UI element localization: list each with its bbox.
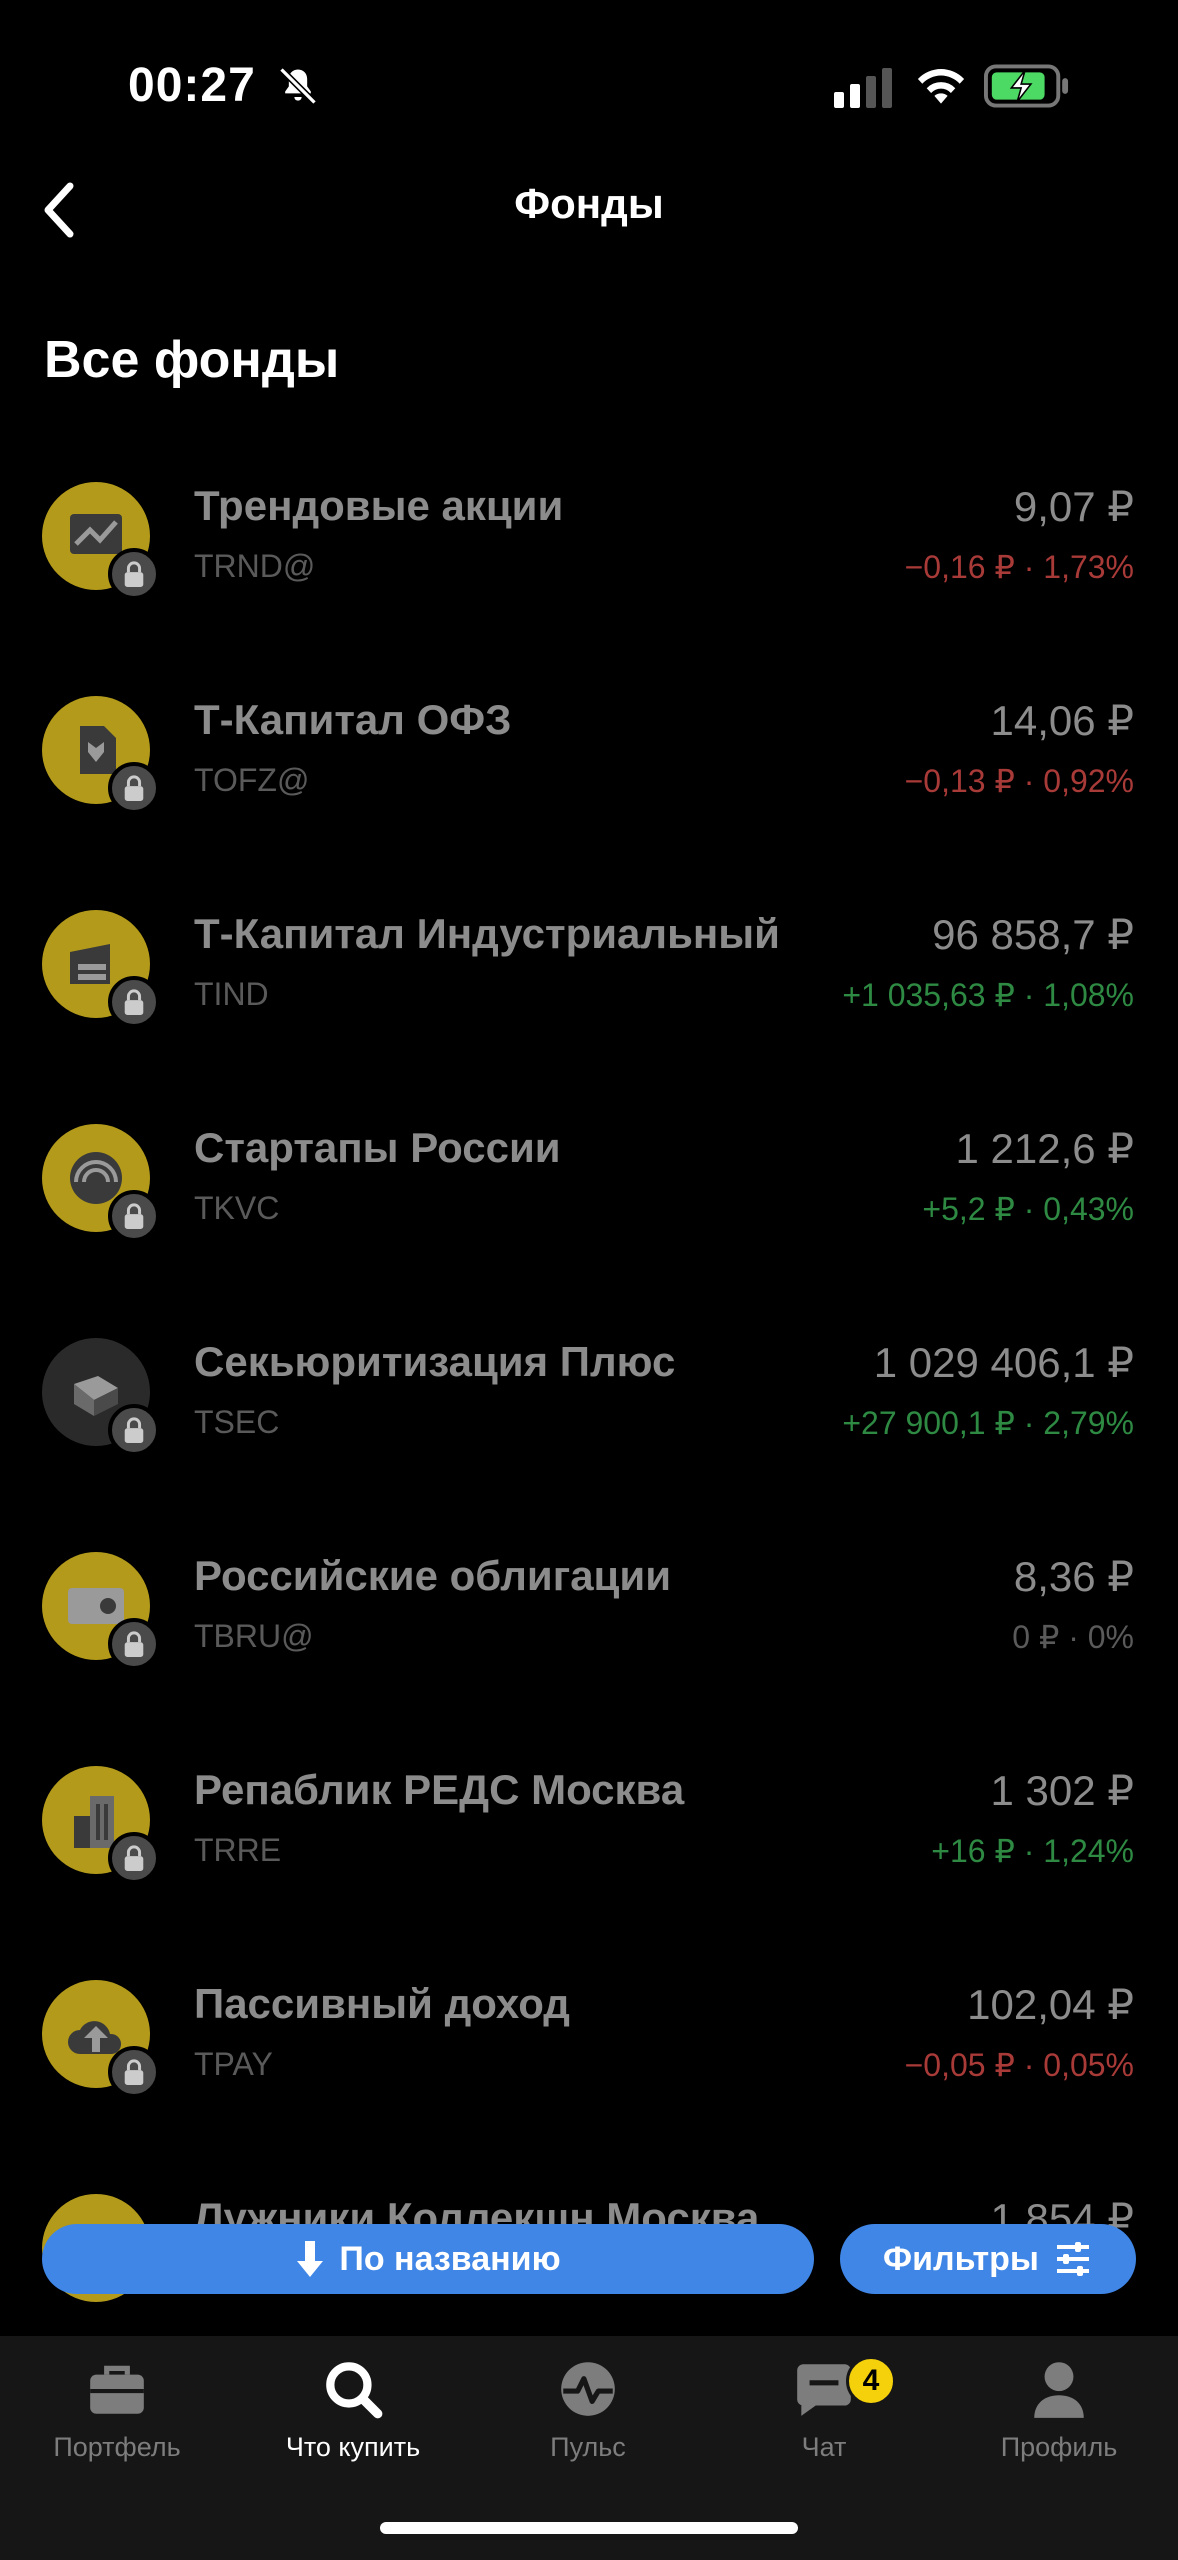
fund-ticker: TBRU@	[194, 1618, 314, 1654]
fund-price: 1 302 ₽	[990, 1767, 1135, 1814]
fund-price: 14,06 ₽	[990, 697, 1135, 744]
fund-change: −0,13 ₽ · 0,92%	[904, 763, 1134, 799]
tab-label: Профиль	[1000, 2432, 1118, 2462]
home-indicator	[380, 2522, 798, 2534]
fund-change: 0 ₽ · 0%	[1012, 1619, 1134, 1655]
fund-name: Т-Капитал Индустриальный	[194, 910, 780, 957]
fund-row-tind[interactable]: Т-Капитал Индустриальный TIND 96 858,7 ₽…	[0, 858, 1178, 1072]
fund-change: −0,16 ₽ · 1,73%	[904, 549, 1134, 585]
tab-pulse[interactable]: Пульс	[488, 2356, 688, 2476]
battery-charging-icon	[984, 64, 1069, 108]
fund-name: Стартапы России	[194, 1124, 561, 1171]
fund-name: Т-Капитал ОФЗ	[194, 696, 512, 743]
status-time: 00:27	[128, 59, 256, 112]
briefcase-icon	[90, 2365, 144, 2414]
fund-row-trre[interactable]: Репаблик РЕДС Москва TRRE 1 302 ₽ +16 ₽ …	[0, 1714, 1178, 1928]
profile-icon	[1034, 2362, 1084, 2418]
search-icon	[326, 2362, 383, 2419]
status-bar: 00:27	[0, 0, 1178, 170]
lock-icon	[124, 2059, 144, 2085]
chat-unread-badge: 4	[846, 2356, 896, 2406]
tab-portfolio[interactable]: Портфель	[17, 2356, 217, 2476]
tab-profile[interactable]: Профиль	[959, 2356, 1159, 2476]
lock-badge	[108, 976, 160, 1028]
fund-ticker: TSEC	[194, 1404, 280, 1440]
fund-logo	[42, 1766, 160, 1884]
fund-list[interactable]: Трендовые акции TRND@ 9,07 ₽ −0,16 ₽ · 1…	[0, 430, 1178, 2330]
fund-price: 102,04 ₽	[967, 1981, 1134, 2028]
fund-row-tbru[interactable]: Российские облигации TBRU@ 8,36 ₽ 0 ₽ · …	[0, 1500, 1178, 1714]
fund-price: 9,07 ₽	[1013, 483, 1134, 530]
tab-label: Пульс	[550, 2432, 626, 2462]
fund-ticker: TOFZ@	[194, 762, 310, 798]
fund-price: 1 029 406,1 ₽	[873, 1339, 1134, 1386]
fund-change: +1 035,63 ₽ · 1,08%	[842, 977, 1134, 1013]
lock-badge	[108, 762, 160, 814]
lock-icon	[124, 1631, 144, 1657]
fund-price: 1 212,6 ₽	[955, 1125, 1134, 1172]
fund-row-tofz[interactable]: Т-Капитал ОФЗ TOFZ@ 14,06 ₽ −0,13 ₽ · 0,…	[0, 644, 1178, 858]
lock-badge	[108, 2046, 160, 2098]
lock-icon	[124, 1203, 144, 1229]
filter-label: Фильтры	[883, 2239, 1039, 2278]
fund-name: Российские облигации	[194, 1552, 672, 1599]
fund-row-tpay[interactable]: Пассивный доход TPAY 102,04 ₽ −0,05 ₽ · …	[0, 1928, 1178, 2142]
fund-change: −0,05 ₽ · 0,05%	[904, 2047, 1134, 2083]
lock-icon	[124, 1417, 144, 1443]
fund-logo	[42, 910, 160, 1028]
fund-name: Трендовые акции	[194, 482, 564, 529]
fund-name: Секьюритизация Плюс	[194, 1338, 676, 1385]
fund-price: 96 858,7 ₽	[932, 911, 1134, 958]
fund-name: Пассивный доход	[194, 1980, 570, 2027]
pulse-icon	[561, 2362, 615, 2416]
fund-ticker: TIND	[194, 976, 269, 1012]
sort-label: По названию	[339, 2239, 561, 2278]
cellular-signal-icon	[834, 68, 892, 108]
fund-name: Репаблик РЕДС Москва	[194, 1766, 685, 1813]
lock-icon	[124, 1845, 144, 1871]
sliders-icon	[1056, 2242, 1089, 2276]
lock-badge	[108, 1618, 160, 1670]
arrow-down-icon	[297, 2241, 324, 2277]
fund-change: +27 900,1 ₽ · 2,79%	[842, 1405, 1134, 1441]
fund-row-trnd[interactable]: Трендовые акции TRND@ 9,07 ₽ −0,16 ₽ · 1…	[0, 430, 1178, 644]
fund-ticker: TPAY	[194, 2046, 273, 2082]
fund-ticker: TRRE	[194, 1832, 282, 1868]
fund-price: 8,36 ₽	[1013, 1553, 1134, 1600]
tab-chat[interactable]: Чат 4	[724, 2356, 924, 2476]
fund-logo	[42, 696, 160, 814]
fund-logo	[42, 1124, 160, 1242]
fund-ticker: TRND@	[194, 548, 316, 584]
tab-label: Чат	[801, 2432, 847, 2462]
fund-change: +16 ₽ · 1,24%	[931, 1833, 1134, 1869]
wifi-icon	[917, 69, 965, 104]
tab-label: Портфель	[53, 2432, 181, 2462]
section-title: Все фонды	[44, 331, 340, 389]
lock-badge	[108, 548, 160, 600]
tab-what-to-buy[interactable]: Что купить	[253, 2356, 453, 2476]
bell-off-icon	[279, 67, 317, 105]
fund-logo	[42, 1338, 160, 1456]
fund-logo	[42, 1552, 160, 1670]
page-title: Фонды	[514, 180, 664, 227]
lock-icon	[124, 989, 144, 1015]
fund-row-tsec[interactable]: Секьюритизация Плюс TSEC 1 029 406,1 ₽ +…	[0, 1286, 1178, 1500]
lock-badge	[108, 1190, 160, 1242]
fund-ticker: TKVC	[194, 1190, 280, 1226]
lock-icon	[124, 775, 144, 801]
fund-logo	[42, 482, 160, 600]
sort-by-name-button[interactable]: По названию	[42, 2224, 814, 2294]
fund-change: +5,2 ₽ · 0,43%	[922, 1191, 1134, 1227]
fund-row-tkvc[interactable]: Стартапы России TKVC 1 212,6 ₽ +5,2 ₽ · …	[0, 1072, 1178, 1286]
lock-badge	[108, 1832, 160, 1884]
tab-label: Что купить	[285, 2432, 421, 2462]
filter-button[interactable]: Фильтры	[840, 2224, 1136, 2294]
lock-icon	[124, 561, 144, 587]
lock-badge	[108, 1404, 160, 1456]
fund-logo	[42, 1980, 160, 2098]
